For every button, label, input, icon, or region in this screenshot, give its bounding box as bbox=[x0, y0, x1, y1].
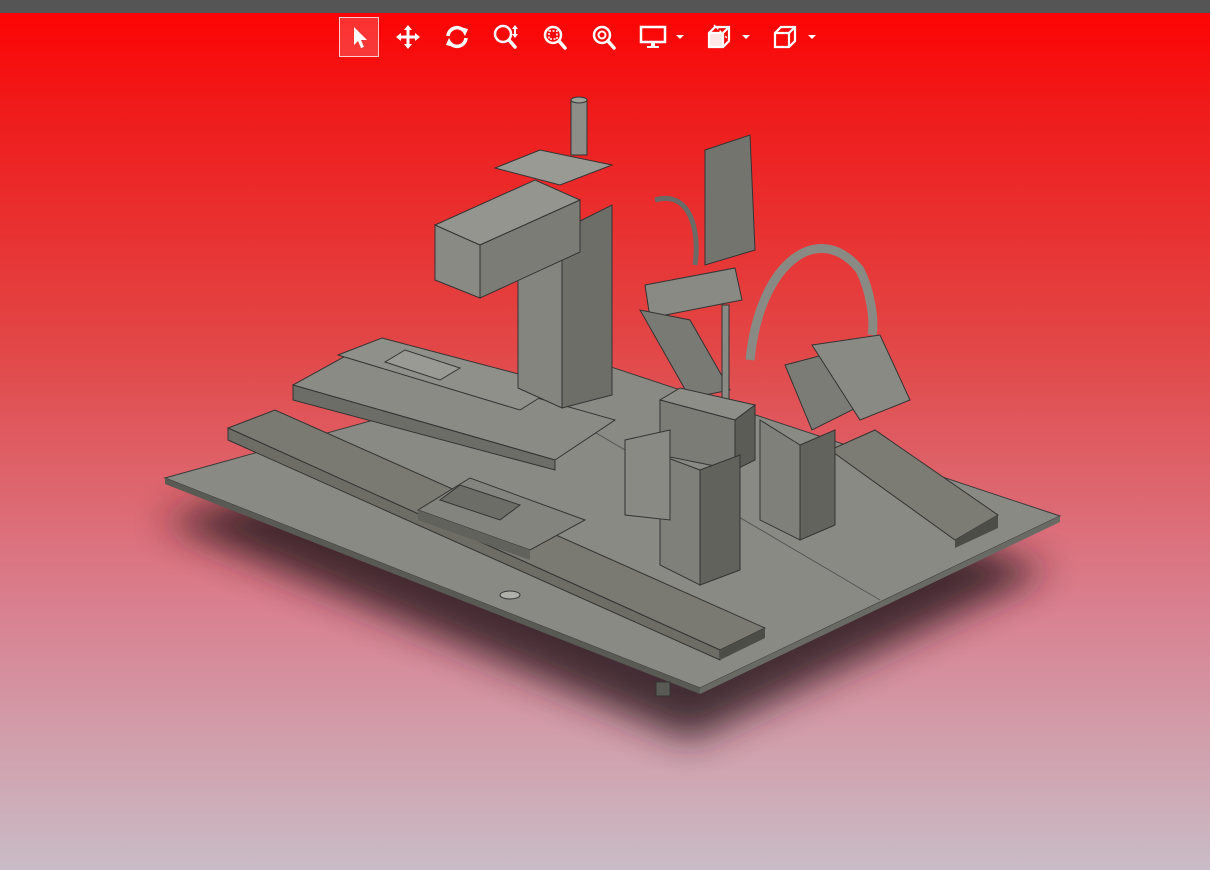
base-plate bbox=[163, 359, 1062, 694]
cad-model-viewport[interactable] bbox=[0, 0, 1210, 870]
view-orientation-dropdown[interactable] bbox=[765, 17, 817, 57]
display-monitor-icon bbox=[639, 25, 667, 48]
center-pedestal bbox=[658, 387, 757, 471]
rotate-icon bbox=[446, 25, 468, 49]
bottom-feet bbox=[655, 681, 671, 697]
chevron-down-icon[interactable] bbox=[675, 27, 685, 47]
zoom-fit-button[interactable] bbox=[584, 17, 624, 57]
zoom-window-button[interactable] bbox=[535, 17, 575, 57]
section-view-icon bbox=[707, 24, 732, 49]
select-tool-button[interactable] bbox=[339, 17, 379, 57]
display-mode-dropdown[interactable] bbox=[633, 17, 685, 57]
chevron-down-icon[interactable] bbox=[741, 27, 751, 47]
zoom-fit-icon bbox=[592, 25, 616, 50]
display-mode-button[interactable] bbox=[633, 17, 673, 57]
chevron-down-icon[interactable] bbox=[807, 27, 817, 47]
zoom-tool-button[interactable] bbox=[486, 17, 526, 57]
section-view-button[interactable] bbox=[699, 17, 739, 57]
pan-tool-button[interactable] bbox=[388, 17, 428, 57]
pan-move-icon bbox=[396, 25, 420, 49]
viewer-toolbar bbox=[339, 17, 831, 57]
cad-viewer[interactable] bbox=[0, 0, 1210, 870]
section-view-dropdown[interactable] bbox=[699, 17, 751, 57]
plate-hole bbox=[499, 590, 521, 600]
select-arrow-icon bbox=[354, 27, 367, 48]
zoom-window-icon bbox=[543, 25, 567, 50]
view-orientation-button[interactable] bbox=[765, 17, 805, 57]
view-cube-icon bbox=[773, 25, 797, 49]
zoom-updown-icon bbox=[493, 24, 518, 49]
rotate-tool-button[interactable] bbox=[437, 17, 477, 57]
